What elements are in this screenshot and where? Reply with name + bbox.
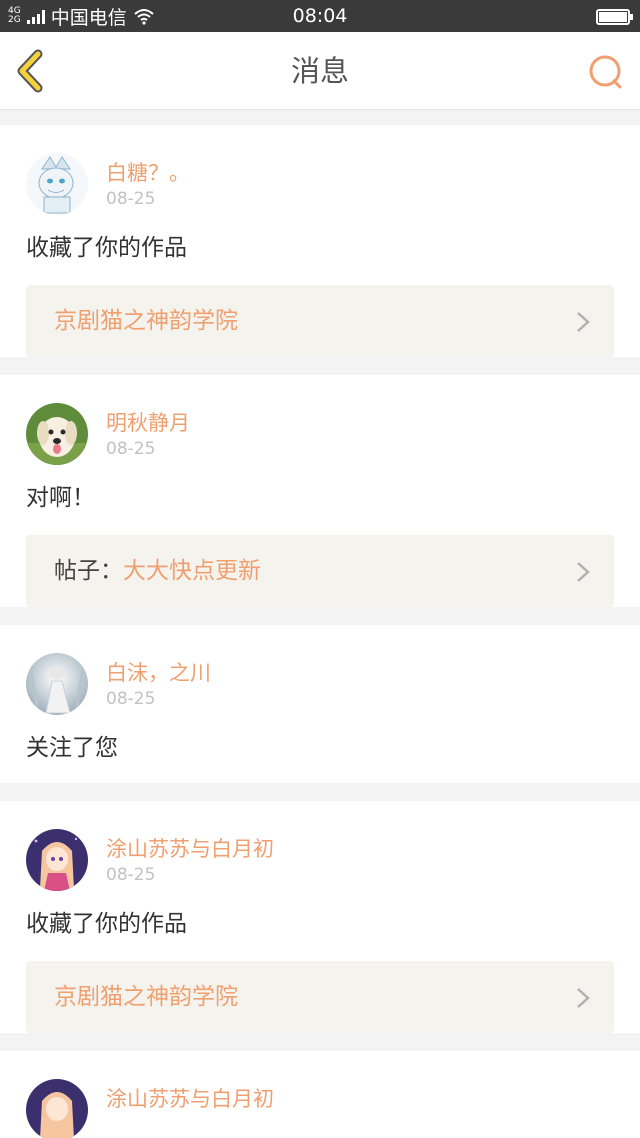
message-card: 白糖？。 08-25 收藏了你的作品 京剧猫之神韵学院 bbox=[0, 125, 640, 357]
page-title: 消息 bbox=[290, 54, 349, 88]
nav-bar: 消息 bbox=[0, 32, 640, 110]
user-name[interactable]: 明秋静月 bbox=[106, 407, 190, 437]
search-icon bbox=[589, 55, 622, 89]
avatar[interactable] bbox=[26, 153, 88, 215]
link-title: 大大快点更新 bbox=[123, 558, 261, 584]
message-card: 白沫，之川 08-25 关注了您 bbox=[0, 625, 640, 783]
search-button[interactable] bbox=[586, 52, 626, 92]
user-name[interactable]: 涂山苏苏与白月初 bbox=[106, 1083, 274, 1113]
message-text: 收藏了你的作品 bbox=[26, 911, 187, 937]
chevron-right-icon bbox=[577, 312, 590, 332]
message-date: 08-25 bbox=[106, 689, 156, 709]
message-card: 涂山苏苏与白月初 bbox=[0, 1051, 640, 1138]
link-prefix: 帖子： bbox=[54, 558, 123, 584]
user-name[interactable]: 涂山苏苏与白月初 bbox=[106, 833, 274, 863]
link-title: 京剧猫之神韵学院 bbox=[54, 984, 238, 1010]
work-link[interactable]: 京剧猫之神韵学院 bbox=[26, 285, 614, 357]
message-date: 08-25 bbox=[106, 865, 156, 885]
avatar[interactable] bbox=[26, 1079, 88, 1138]
chevron-right-icon bbox=[577, 562, 590, 582]
post-link[interactable]: 帖子：大大快点更新 bbox=[26, 535, 614, 607]
message-text: 对啊！ bbox=[26, 485, 95, 511]
message-date: 08-25 bbox=[106, 439, 156, 459]
message-text: 关注了您 bbox=[26, 735, 118, 761]
status-bar: 4G 2G 中国电信 08:04 bbox=[0, 0, 640, 32]
message-list: 白糖？。 08-25 收藏了你的作品 京剧猫之神韵学院 明秋静月 08-25 对… bbox=[0, 125, 640, 1138]
message-card: 明秋静月 08-25 对啊！ 帖子：大大快点更新 bbox=[0, 375, 640, 607]
avatar[interactable] bbox=[26, 653, 88, 715]
message-text: 收藏了你的作品 bbox=[26, 235, 187, 261]
link-title: 京剧猫之神韵学院 bbox=[54, 308, 238, 334]
user-name[interactable]: 白沫，之川 bbox=[106, 657, 211, 687]
work-link[interactable]: 京剧猫之神韵学院 bbox=[26, 961, 614, 1033]
message-card: 涂山苏苏与白月初 08-25 收藏了你的作品 京剧猫之神韵学院 bbox=[0, 801, 640, 1033]
avatar[interactable] bbox=[26, 829, 88, 891]
battery-icon bbox=[596, 9, 633, 25]
status-time: 08:04 bbox=[292, 5, 348, 27]
chevron-right-icon bbox=[577, 988, 590, 1008]
user-name[interactable]: 白糖？。 bbox=[106, 157, 190, 187]
message-date: 08-25 bbox=[106, 189, 156, 209]
avatar[interactable] bbox=[26, 403, 88, 465]
